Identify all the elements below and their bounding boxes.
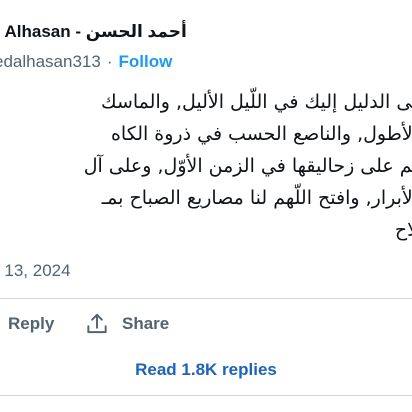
author-display-name[interactable]: d Alhasan - أحمد الحسن xyxy=(0,20,187,44)
divider xyxy=(0,298,412,299)
tweet-text-line: لاح xyxy=(394,219,412,241)
reply-button[interactable]: Reply xyxy=(8,314,54,334)
tweet-timestamp[interactable]: r 13, 2024 xyxy=(0,259,71,283)
share-button[interactable]: Share xyxy=(122,314,169,334)
author-handle[interactable]: edalhasan313 xyxy=(0,52,101,71)
author-handle-row: edalhasan313 · Follow xyxy=(0,50,172,74)
tweet-text-line: ـم على زحاليقها في الزمن الأوّل, وعلى آل xyxy=(83,155,412,177)
tweet-text-line: لى الدليل إليك في اللّيل الأليل, والماسك xyxy=(100,91,412,113)
share-icon[interactable] xyxy=(84,311,110,337)
separator-dot: · xyxy=(106,52,113,71)
tweet-text-line: الأطول, والناصع الحسب في ذروة الكاه xyxy=(110,123,412,145)
tweet-text: لى الدليل إليك في اللّيل الأليل, والماسك… xyxy=(0,86,412,246)
tweet-card: d Alhasan - أحمد الحسن edalhasan313 · Foll… xyxy=(0,0,412,412)
follow-button[interactable]: Follow xyxy=(119,52,173,71)
divider xyxy=(0,395,412,396)
tweet-text-line: الأبرار, وافتح اللّهم لنا مصاريع الصباح … xyxy=(101,187,412,209)
read-replies-link[interactable]: Read 1.8K replies xyxy=(0,358,412,382)
